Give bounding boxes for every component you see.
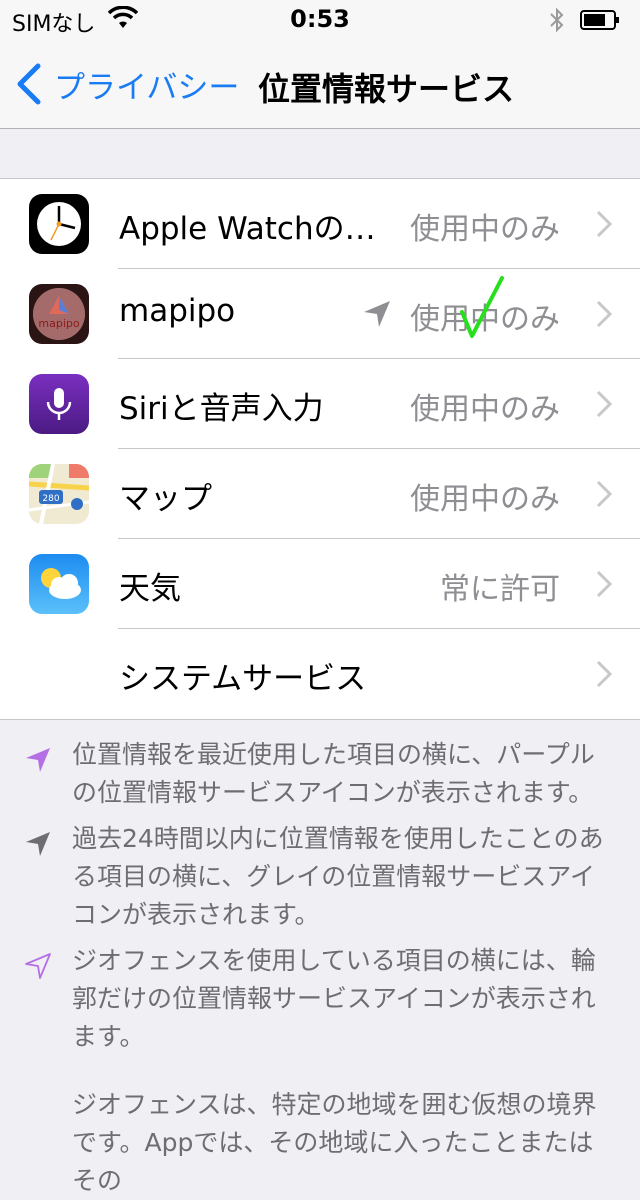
location-arrow-gray-icon [364,301,390,327]
weather-app-icon [29,554,89,614]
mapipo-icon-text: mapipo [38,317,79,330]
note-text: ジオフェンスは、特定の地域を囲む仮想の境界です。Appでは、その地域に入ったこと… [72,1090,597,1195]
chevron-right-icon [596,480,612,508]
row-value: 常に許可 [440,572,560,607]
back-button[interactable]: プライバシー [14,62,239,106]
battery-icon [580,10,619,30]
back-button-label: プライバシー [54,69,240,106]
row-label: mapipo [119,293,236,329]
chevron-right-icon [596,660,612,688]
note-text: 位置情報を最近使用した項目の横に、パープルの位置情報サービスアイコンが表示されま… [72,740,595,807]
row-label: 天気 [119,571,181,607]
bluetooth-icon [550,7,564,33]
location-arrow-outline-icon [25,953,51,979]
maps-app-icon: 280 [29,464,89,524]
page-title: 位置情報サービス [258,70,515,108]
note-text: 過去24時間以内に位置情報を使用したことのある項目の横に、グレイの位置情報サービ… [72,824,604,929]
list-item-weather[interactable]: 天気 常に許可 [0,539,640,629]
note-text: ジオフェンスを使用している項目の横には、輪郭だけの位置情報サービスアイコンが表示… [72,946,596,1051]
status-time: 0:53 [290,5,350,33]
navigation-bar: プライバシー 位置情報サービス [0,40,640,129]
maps-icon-text: 280 [42,494,59,504]
row-label: システムサービス [119,661,367,697]
chevron-right-icon [596,570,612,598]
list-item-mapipo[interactable]: mapipo mapipo 使用中のみ [0,269,640,359]
location-arrow-purple-icon [26,748,50,772]
row-value: 使用中のみ [410,392,560,427]
chevron-right-icon [596,210,612,238]
list-item-system-services[interactable]: システムサービス [0,629,640,719]
row-value: 使用中のみ [410,302,560,337]
row-label: Apple Watchの… [119,211,376,247]
mapipo-app-icon: mapipo [29,284,89,344]
location-arrow-gray-icon [26,832,50,856]
apple-watch-clock-icon [29,194,89,254]
row-label: マップ [119,481,212,517]
row-value: 使用中のみ [410,212,560,247]
status-bar: SIMなし 0:53 [0,0,640,40]
list-item-siri[interactable]: Siriと音声入力 使用中のみ [0,359,640,449]
chevron-right-icon [596,300,612,328]
row-value: 使用中のみ [410,482,560,517]
list-item-apple-watch[interactable]: Apple Watchの… 使用中のみ [0,179,640,269]
row-label: Siriと音声入力 [119,391,324,427]
siri-mic-icon [29,374,89,434]
app-list: Apple Watchの… 使用中のみ mapipo mapipo 使用中のみ [0,178,640,720]
chevron-right-icon [596,390,612,418]
chevron-left-icon [17,63,41,105]
list-item-maps[interactable]: 280 マップ 使用中のみ [0,449,640,539]
